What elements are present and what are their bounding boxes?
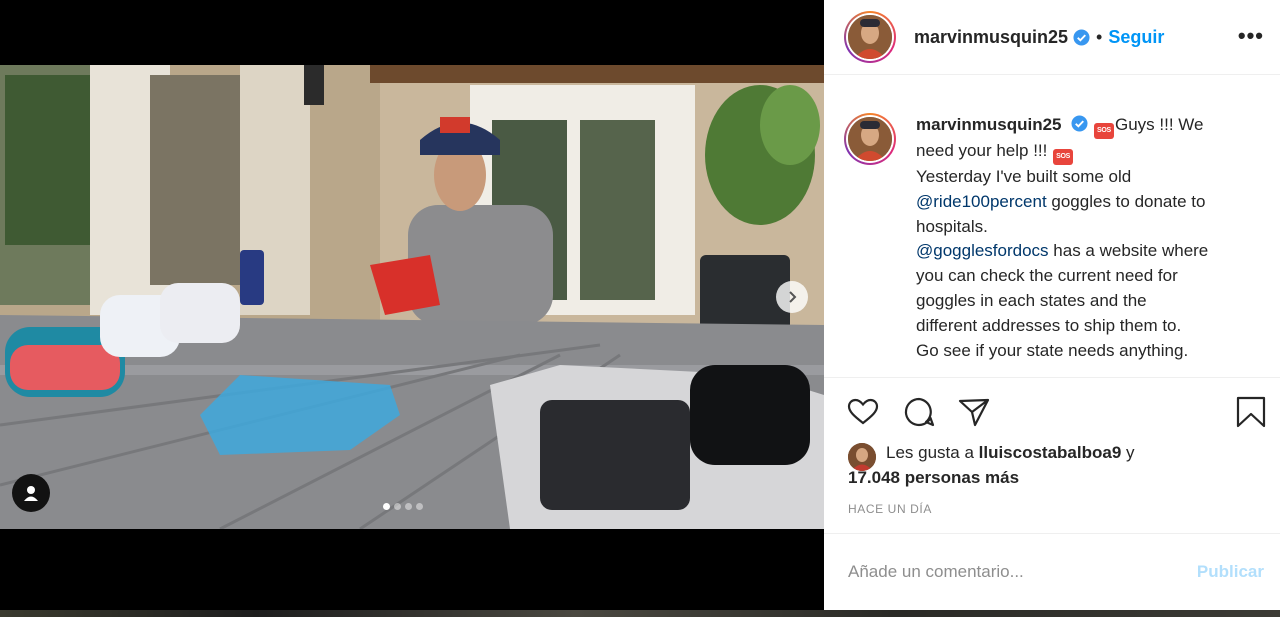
caption-text: marvinmusquin25 SOS Guys !!! We need your… [916, 113, 1260, 363]
caption-line: Go see if your state needs anything. [916, 340, 1189, 360]
post-details-panel: marvinmusquin25 • Seguir ••• marvinmusqu… [824, 0, 1280, 610]
caption-line: has a website where [1048, 241, 1209, 261]
carousel-dot [383, 503, 390, 510]
post-caption: marvinmusquin25 SOS Guys !!! We need your… [824, 75, 1280, 378]
post-photo [0, 65, 824, 529]
caption-author-avatar[interactable] [844, 113, 896, 165]
comment-input[interactable] [848, 562, 1197, 582]
heart-icon[interactable] [846, 395, 880, 429]
post-media-panel [0, 0, 824, 610]
follow-button[interactable]: Seguir [1108, 27, 1164, 48]
mention-link[interactable]: @ride100percent [916, 192, 1047, 211]
mention-link[interactable]: @gogglesfordocs [916, 241, 1049, 260]
caption-line: goggles in each states and the [916, 290, 1147, 310]
comment-icon[interactable] [902, 395, 936, 429]
publish-button[interactable]: Publicar [1197, 562, 1264, 582]
caption-line: need your help !!! [916, 141, 1048, 160]
caption-line: you can check the current need for [916, 266, 1178, 286]
caption-username[interactable]: marvinmusquin25 [916, 115, 1062, 134]
chevron-right-icon [789, 291, 797, 303]
liker-username[interactable]: lluiscostabalboa9 [979, 443, 1122, 462]
likes-count[interactable]: 17.048 personas más [848, 468, 1019, 487]
user-tag-icon [24, 486, 38, 501]
sos-emoji-icon: SOS [1053, 149, 1074, 165]
carousel-dot [405, 503, 412, 510]
liker-avatar[interactable] [848, 443, 876, 471]
post-timestamp[interactable]: HACE UN DÍA [848, 502, 932, 516]
post-header: marvinmusquin25 • Seguir ••• [824, 0, 1280, 75]
instagram-post-page: marvinmusquin25 • Seguir ••• marvinmusqu… [0, 0, 1280, 617]
verified-badge-icon [1071, 115, 1088, 132]
likes-conjunction: y [1121, 443, 1135, 462]
caption-line: goggles to donate to [1046, 191, 1206, 211]
caption-line: hospitals. [916, 216, 988, 236]
comment-form: Publicar [824, 533, 1280, 610]
sos-emoji-icon: SOS [1093, 123, 1114, 139]
share-icon[interactable] [957, 395, 991, 429]
likes-prefix: Les gusta a [886, 443, 979, 462]
next-slide-button[interactable] [776, 281, 808, 313]
caption-line: Yesterday I've built some old [916, 167, 1132, 186]
carousel-dot [394, 503, 401, 510]
likes-summary: Les gusta a lluiscostabalboa9 y 17.048 p… [848, 440, 1268, 490]
author-avatar[interactable] [844, 11, 896, 63]
bookmark-icon[interactable] [1234, 395, 1268, 429]
verified-badge-icon [1073, 28, 1090, 46]
tagged-users-button[interactable] [12, 474, 50, 512]
header-separator: • [1096, 26, 1103, 47]
author-username[interactable]: marvinmusquin25 [914, 27, 1068, 48]
caption-line: Guys !!! We [1114, 115, 1204, 134]
post-actions [824, 380, 1280, 444]
carousel-indicator [383, 503, 423, 510]
background-strip [0, 610, 1280, 617]
caption-line: different addresses to ship them to. [916, 315, 1182, 335]
more-options-button[interactable]: ••• [1238, 25, 1264, 47]
carousel-dot [416, 503, 423, 510]
